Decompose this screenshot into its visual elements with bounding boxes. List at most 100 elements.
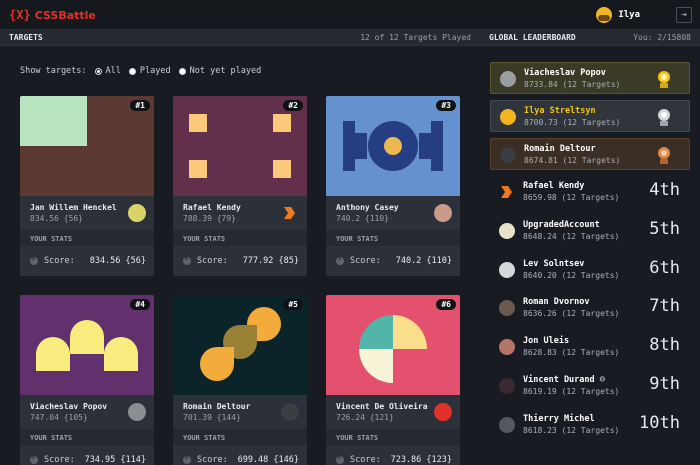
- player-rank: 9th: [649, 374, 680, 394]
- player-avatar: [499, 378, 515, 394]
- targets-played-count: 12 of 12 Targets Played: [360, 33, 471, 42]
- leaderboard-row-2[interactable]: Ilya Streltsyn 8700.73 (12 Targets): [490, 100, 690, 132]
- radio-icon[interactable]: [128, 67, 136, 75]
- score-label: Score:: [44, 455, 75, 465]
- player-name: Viacheslav Popov: [524, 68, 606, 78]
- player-score: 8700.73 (12 Targets): [524, 118, 621, 127]
- your-stats: Score: 699.48 {146}: [173, 445, 307, 465]
- player-name: Vincent Durand ☺: [523, 375, 605, 385]
- score-value: 834.56 {56}: [89, 256, 146, 266]
- user-menu[interactable]: Ilya: [596, 7, 640, 23]
- leaderboard-row-1[interactable]: Viacheslav Popov 8733.84 (12 Targets): [490, 62, 690, 94]
- radio-selected-icon[interactable]: [94, 67, 102, 75]
- target-preview-6[interactable]: #6: [326, 295, 460, 395]
- top-player-score: 740.2 {110}: [336, 214, 389, 223]
- your-stats-label: YOUR STATS: [183, 434, 226, 442]
- player-name: Romain Deltour: [524, 144, 596, 154]
- filter-option-played[interactable]: Played: [128, 66, 171, 76]
- target-preview-4[interactable]: #4: [20, 295, 154, 395]
- target-top-player: Anthony Casey 740.2 {110}: [326, 196, 460, 230]
- target-card-4[interactable]: #4 Viacheslav Popov 747.04 {105} YOUR ST…: [20, 295, 154, 465]
- app-name: CSSBattle: [34, 8, 96, 22]
- score-icon: [30, 254, 38, 265]
- target-top-player: Vincent De Oliveira 726.24 {121}: [326, 395, 460, 429]
- leaderboard-row-4[interactable]: Rafael Kendy 8659.98 (12 Targets) 4th: [490, 176, 690, 208]
- score-icon: [183, 453, 191, 464]
- player-avatar: [281, 403, 299, 421]
- player-name: Jon Uleis: [523, 336, 570, 346]
- target-preview-5[interactable]: #5: [173, 295, 307, 395]
- player-avatar: [499, 262, 515, 278]
- filter-option-label: Played: [139, 66, 171, 76]
- leaderboard-row-5[interactable]: UpgradedAccount 8648.24 (12 Targets) 5th: [490, 215, 690, 247]
- radio-icon[interactable]: [178, 67, 186, 75]
- top-player-score: 788.39 {79}: [183, 214, 236, 223]
- player-avatar: [499, 339, 515, 355]
- player-score: 8733.84 (12 Targets): [524, 80, 621, 89]
- leaderboard-row-7[interactable]: Roman Dvornov 8636.26 (12 Targets) 7th: [490, 292, 690, 324]
- top-player-score: 726.24 {121}: [336, 413, 394, 422]
- your-stats-label: YOUR STATS: [30, 434, 73, 442]
- target-card-2[interactable]: #2 Rafael Kendy 788.39 {79} YOUR STATS S…: [173, 96, 307, 276]
- player-avatar: [128, 204, 146, 222]
- target-card-5[interactable]: #5 Romain Deltour 701.39 {144} YOUR STAT…: [173, 295, 307, 465]
- filter-option-all[interactable]: All: [94, 66, 121, 76]
- top-player-score: 834.56 {56}: [30, 214, 83, 223]
- logout-icon[interactable]: ⇥: [676, 7, 692, 23]
- your-stats: Score: 734.95 {114}: [20, 445, 154, 465]
- target-card-3[interactable]: #3 Anthony Casey 740.2 {110} YOUR STATS …: [326, 96, 460, 276]
- player-name: Thierry Michel: [523, 414, 595, 424]
- leaderboard-row-6[interactable]: Lev Solntsev 8640.20 (12 Targets) 6th: [490, 254, 690, 286]
- score-value: 740.2 {110}: [395, 256, 452, 266]
- silver-medal-icon: [658, 109, 670, 126]
- your-stats-label: YOUR STATS: [183, 235, 226, 243]
- player-avatar: [499, 184, 515, 200]
- bronze-medal-icon: [658, 147, 670, 164]
- leaderboard-row-9[interactable]: Vincent Durand ☺ 8619.19 (12 Targets) 9t…: [490, 370, 690, 402]
- score-icon: [336, 453, 344, 464]
- your-stats-label: YOUR STATS: [336, 235, 379, 243]
- target-preview-1[interactable]: #1: [20, 96, 154, 196]
- app-logo[interactable]: {X} CSSBattle: [9, 8, 96, 22]
- player-score: 8640.20 (12 Targets): [523, 271, 620, 280]
- player-avatar: [500, 71, 516, 87]
- target-card-1[interactable]: #1 Jan Willem Henckel 834.56 {56} YOUR S…: [20, 96, 154, 276]
- score-value: 734.95 {114}: [84, 455, 146, 465]
- targets-header: TARGETS 12 of 12 Targets Played: [0, 30, 480, 46]
- your-stats: Score: 834.56 {56}: [20, 246, 154, 276]
- score-icon: [183, 254, 191, 265]
- target-number: #1: [130, 100, 150, 111]
- filter-option-not-played[interactable]: Not yet played: [178, 66, 262, 76]
- player-rank: 6th: [649, 258, 680, 278]
- score-icon: [30, 453, 38, 464]
- player-score: 8618.23 (12 Targets): [523, 426, 620, 435]
- score-icon: [336, 254, 344, 265]
- leaderboard-row-8[interactable]: Jon Uleis 8628.83 (12 Targets) 8th: [490, 331, 690, 363]
- your-stats-label: YOUR STATS: [30, 235, 73, 243]
- player-rank: 5th: [649, 219, 680, 239]
- filter-option-label: Not yet played: [189, 66, 262, 76]
- player-score: 8636.26 (12 Targets): [523, 309, 620, 318]
- target-number: #6: [436, 299, 456, 310]
- top-player-score: 747.04 {105}: [30, 413, 88, 422]
- filter-label: Show targets:: [20, 66, 87, 76]
- player-name: Ilya Streltsyn: [524, 106, 596, 116]
- leaderboard-row-3[interactable]: Romain Deltour 8674.81 (12 Targets): [490, 138, 690, 170]
- leaderboard-row-10[interactable]: Thierry Michel 8618.23 (12 Targets) 10th: [490, 409, 690, 441]
- leaderboard-you-rank: You: 2/15808: [633, 33, 691, 42]
- top-player-name: Jan Willem Henckel: [30, 203, 117, 212]
- score-value: 777.92 {85}: [242, 256, 299, 266]
- target-filter: Show targets: All Played Not yet played: [20, 66, 261, 76]
- score-value: 699.48 {146}: [237, 455, 299, 465]
- player-name: Lev Solntsev: [523, 259, 585, 269]
- filter-option-label: All: [105, 66, 121, 76]
- player-avatar: [499, 417, 515, 433]
- target-card-6[interactable]: #6 Vincent De Oliveira 726.24 {121} YOUR…: [326, 295, 460, 465]
- target-preview-2[interactable]: #2: [173, 96, 307, 196]
- user-avatar[interactable]: [596, 7, 613, 23]
- target-preview-3[interactable]: #3: [326, 96, 460, 196]
- player-name: UpgradedAccount: [523, 220, 600, 230]
- top-player-name: Romain Deltour: [183, 402, 251, 411]
- target-number: #3: [436, 100, 456, 111]
- top-player-score: 701.39 {144}: [183, 413, 241, 422]
